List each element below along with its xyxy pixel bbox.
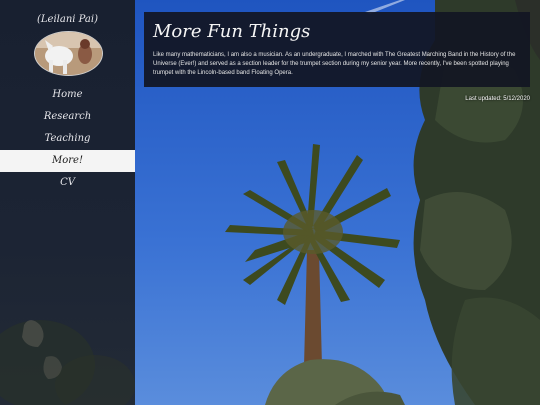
avatar [34,31,103,76]
sidebar: (Leilani Pai) Home Research Teaching Mor… [0,0,135,405]
content-card: More Fun Things Like many mathematicians… [144,12,530,87]
nav-item-research[interactable]: Research [0,106,135,128]
nav-item-teaching[interactable]: Teaching [0,128,135,150]
intro-paragraph: Like many mathematicians, I am also a mu… [153,52,516,76]
main-nav: Home Research Teaching More! CV [0,84,135,194]
main-content: More Fun Things Like many mathematicians… [135,0,540,405]
site-name[interactable]: (Leilani Pai) [0,14,135,25]
last-updated-text: Last updated: 5/12/2020 [465,96,530,102]
nav-item-cv[interactable]: CV [0,172,135,194]
nav-item-more[interactable]: More! [0,150,135,172]
page-title: More Fun Things [153,21,311,42]
nav-item-home[interactable]: Home [0,84,135,106]
sidebar-background-decoration [0,320,135,405]
